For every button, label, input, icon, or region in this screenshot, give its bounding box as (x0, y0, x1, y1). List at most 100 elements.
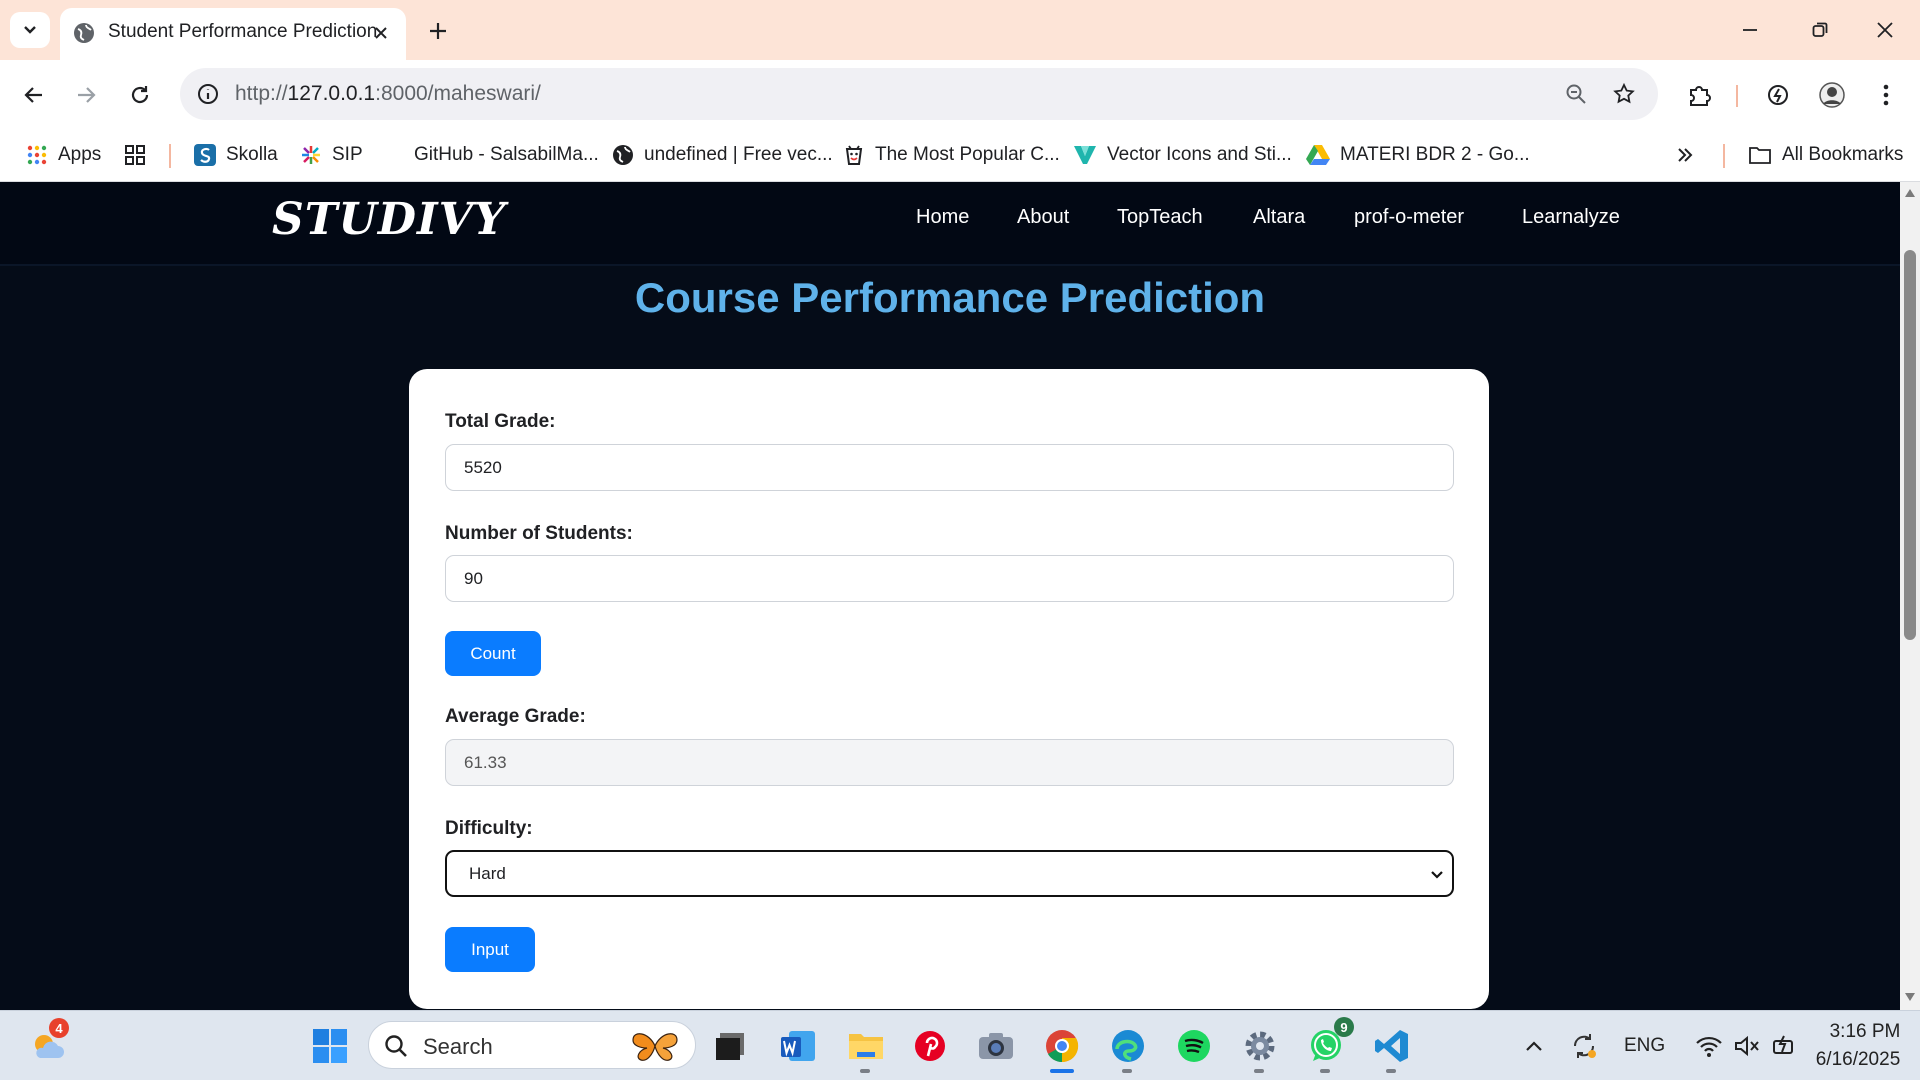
address-bar[interactable]: http://127.0.0.1:8000/maheswari/ (180, 68, 1658, 120)
all-bookmarks-button[interactable]: All Bookmarks (1748, 138, 1903, 172)
info-icon (198, 84, 218, 104)
bookmark-label: Vector Icons and Sti... (1107, 144, 1292, 165)
nav-learnalyze[interactable]: Learnalyze (1522, 206, 1620, 229)
scroll-up-icon[interactable] (1904, 188, 1916, 198)
prediction-form-card: Total Grade: 5520 Number of Students: 90… (409, 369, 1489, 1009)
nav-topteach[interactable]: TopTeach (1117, 206, 1203, 229)
all-bookmarks-label: All Bookmarks (1782, 144, 1904, 165)
double-chevron-right-icon (1678, 148, 1693, 162)
weather-widget[interactable]: 4 (22, 1018, 74, 1071)
running-indicator (1320, 1069, 1330, 1073)
bookmark-sip[interactable]: SIP (300, 138, 363, 172)
close-icon[interactable] (370, 22, 392, 44)
scroll-down-icon[interactable] (1904, 992, 1916, 1002)
running-indicator (1386, 1069, 1396, 1073)
bookmark-skolla[interactable]: Skolla (194, 138, 278, 172)
clock-date[interactable]: 6/16/2025 (1798, 1049, 1918, 1071)
chrome-icon (1046, 1030, 1079, 1063)
pinterest-app[interactable] (904, 1021, 956, 1071)
arrow-left-icon (24, 87, 42, 103)
bookmark-apps[interactable]: Apps (26, 138, 101, 172)
nav-prof-o-meter[interactable]: prof-o-meter (1354, 206, 1464, 229)
menu-button[interactable] (1866, 75, 1906, 115)
scrollbar-thumb[interactable] (1904, 250, 1916, 640)
students-input[interactable]: 90 (445, 555, 1454, 602)
globe-icon (74, 23, 94, 43)
windows-icon (313, 1029, 347, 1063)
taskbar-search[interactable]: Search (368, 1021, 696, 1069)
settings-app[interactable] (1234, 1021, 1286, 1073)
volume-muted-icon (1735, 1035, 1759, 1057)
task-view-button[interactable] (704, 1021, 756, 1071)
forward-button[interactable] (66, 75, 106, 115)
search-placeholder: Search (423, 1034, 493, 1059)
vscode-app[interactable] (1366, 1021, 1418, 1073)
bookmark-label: undefined | Free vec... (644, 144, 833, 165)
difficulty-label: Difficulty: (445, 818, 533, 839)
average-grade-field: 61.33 (445, 739, 1454, 786)
close-window-button[interactable] (1855, 10, 1915, 50)
students-value: 90 (464, 568, 483, 588)
camera-app[interactable] (970, 1021, 1022, 1071)
bookmark-tab-groups[interactable] (124, 138, 146, 172)
bookmark-undefined[interactable]: undefined | Free vec... (612, 138, 833, 172)
clock-time[interactable]: 3:16 PM (1820, 1021, 1910, 1043)
start-button[interactable] (304, 1021, 356, 1071)
performance-button[interactable] (1758, 75, 1798, 115)
profile-button[interactable] (1812, 75, 1852, 115)
page-viewport: STUDIVY Home About TopTeach Altara prof-… (0, 182, 1900, 1010)
close-icon (1877, 22, 1893, 38)
whatsapp-app[interactable]: 9 (1300, 1017, 1354, 1073)
sync-tray-icon[interactable] (1562, 1021, 1606, 1071)
bookmark-most-popular[interactable]: The Most Popular C... (843, 138, 1060, 172)
language-indicator[interactable]: ENG (1624, 1035, 1665, 1057)
page-scrollbar[interactable] (1900, 182, 1920, 1010)
file-explorer-app[interactable] (840, 1021, 892, 1073)
bookmark-vector-icons[interactable]: Vector Icons and Sti... (1073, 138, 1292, 172)
bookmarks-bar: Apps Skolla SIP GitHub - SalsabilMa... u… (0, 130, 1920, 182)
bookmark-label: Apps (58, 144, 102, 165)
nav-altara[interactable]: Altara (1253, 206, 1305, 229)
input-button[interactable]: Input (445, 927, 535, 972)
camera-icon (979, 1033, 1013, 1059)
count-button[interactable]: Count (445, 631, 541, 676)
edge-app[interactable] (1102, 1021, 1154, 1073)
tab-search-button[interactable] (10, 12, 50, 48)
bookmark-materi-bdr[interactable]: MATERI BDR 2 - Go... (1306, 138, 1530, 172)
chrome-app[interactable] (1036, 1021, 1088, 1073)
minimize-icon (1743, 29, 1757, 31)
restore-button[interactable] (1790, 10, 1850, 50)
extensions-button[interactable] (1680, 75, 1720, 115)
difficulty-select[interactable]: Hard (445, 850, 1454, 897)
bookmark-label: The Most Popular C... (875, 144, 1060, 165)
arrow-right-icon (78, 87, 96, 103)
quick-settings[interactable] (1682, 1021, 1812, 1071)
drive-icon (1306, 145, 1330, 165)
browser-toolbar: http://127.0.0.1:8000/maheswari/ (0, 60, 1920, 130)
site-logo[interactable]: STUDIVY (272, 194, 506, 245)
wifi-icon (1696, 1036, 1722, 1057)
total-grade-label: Total Grade: (445, 411, 556, 432)
whatsapp-badge: 9 (1334, 1017, 1354, 1037)
nav-home[interactable]: Home (916, 206, 969, 229)
minimize-button[interactable] (1720, 10, 1780, 50)
bookmarks-overflow-button[interactable] (1676, 138, 1694, 172)
show-hidden-icons-button[interactable] (1512, 1021, 1556, 1071)
bookmark-divider (1723, 144, 1725, 168)
word-app[interactable] (772, 1021, 824, 1071)
spotify-app[interactable] (1168, 1021, 1220, 1071)
new-tab-button[interactable] (420, 14, 456, 48)
reload-button[interactable] (120, 75, 160, 115)
tab-title: Student Performance Prediction (108, 21, 378, 42)
bookmark-label: GitHub - SalsabilMa... (414, 144, 599, 165)
total-grade-input[interactable]: 5520 (445, 444, 1454, 491)
zoom-button[interactable] (1558, 76, 1594, 112)
bookmark-github[interactable]: GitHub - SalsabilMa... (414, 138, 599, 172)
back-button[interactable] (14, 75, 54, 115)
nav-about[interactable]: About (1017, 206, 1069, 229)
bookmark-star-button[interactable] (1606, 76, 1642, 112)
bookmark-label: MATERI BDR 2 - Go... (1340, 144, 1530, 165)
weather-badge: 4 (49, 1018, 69, 1038)
browser-tab[interactable]: Student Performance Prediction (60, 8, 406, 60)
site-info-button[interactable] (190, 76, 226, 112)
